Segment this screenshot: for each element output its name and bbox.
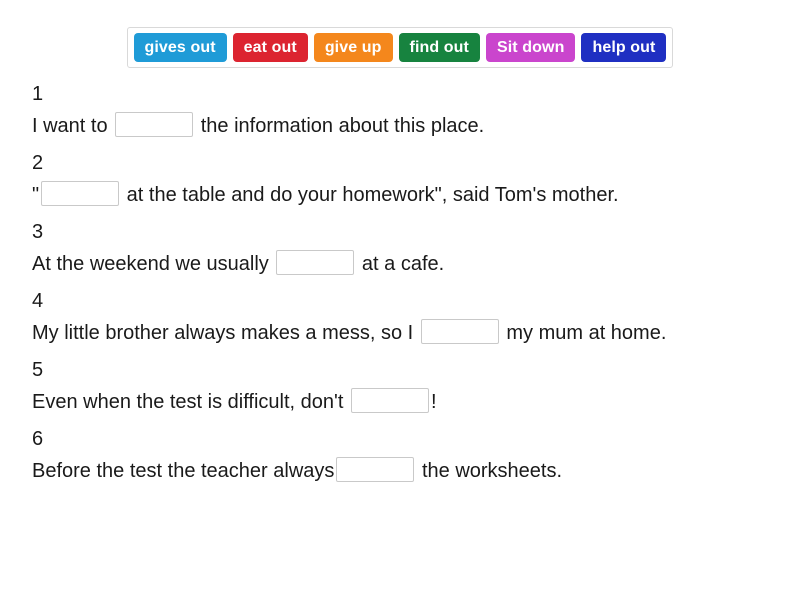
question-number: 2	[32, 152, 44, 174]
question-item: 2 " at the table and do your homework", s…	[32, 149, 800, 212]
sentence-text-after: at a cafe.	[356, 253, 445, 275]
word-chip[interactable]: eat out	[232, 33, 308, 62]
answer-blank[interactable]	[350, 388, 429, 414]
sentence-text-before: "	[32, 184, 40, 206]
question-sentence: " at the table and do your homework", sa…	[32, 178, 800, 212]
sentence-text-before: At the weekend we usually	[32, 253, 275, 275]
answer-blank[interactable]	[41, 181, 120, 207]
word-chip[interactable]: find out	[398, 33, 480, 62]
sentence-text-after: !	[430, 391, 437, 413]
question-item: 5 Even when the test is difficult, don't …	[32, 356, 800, 419]
question-number: 3	[32, 221, 44, 243]
answer-blank[interactable]	[420, 319, 499, 345]
sentence-text-after: at the table and do your homework", said…	[121, 184, 619, 206]
sentence-text-after: the information about this place.	[195, 115, 485, 137]
question-item: 6 Before the test the teacher always the …	[32, 425, 800, 488]
question-sentence: Even when the test is difficult, don't !	[32, 385, 800, 419]
word-chip[interactable]: gives out	[133, 33, 227, 62]
sentence-text-before: Before the test the teacher always	[32, 460, 335, 482]
word-bank: gives out eat out give up find out Sit down h…	[126, 27, 674, 68]
question-number: 6	[32, 428, 44, 450]
word-chip[interactable]: help out	[581, 33, 667, 62]
sentence-text-before: My little brother always makes a mess, s…	[32, 322, 419, 344]
worksheet-page: gives out eat out give up find out Sit down h…	[0, 0, 800, 600]
question-sentence: Before the test the teacher always the w…	[32, 454, 800, 488]
question-sentence: At the weekend we usually at a cafe.	[32, 247, 800, 281]
sentence-text-after: the worksheets.	[416, 460, 563, 482]
question-sentence: I want to the information about this pla…	[32, 109, 800, 143]
answer-blank[interactable]	[115, 112, 194, 138]
word-bank-container: gives out eat out give up find out Sit down h…	[0, 0, 800, 68]
question-number: 1	[32, 83, 44, 105]
question-item: 3 At the weekend we usually at a cafe.	[32, 218, 800, 281]
question-item: 1 I want to the information about this pl…	[32, 80, 800, 143]
word-chip[interactable]: Sit down	[485, 33, 576, 62]
sentence-text-before: Even when the test is difficult, don't	[32, 391, 349, 413]
question-number: 4	[32, 290, 44, 312]
sentence-text-before: I want to	[32, 115, 114, 137]
question-list: 1 I want to the information about this pl…	[0, 80, 800, 488]
word-chip[interactable]: give up	[313, 33, 393, 62]
question-sentence: My little brother always makes a mess, s…	[32, 316, 800, 350]
question-item: 4 My little brother always makes a mess, …	[32, 287, 800, 350]
answer-blank[interactable]	[336, 457, 415, 483]
sentence-text-after: my mum at home.	[500, 322, 667, 344]
question-number: 5	[32, 359, 44, 381]
answer-blank[interactable]	[276, 250, 355, 276]
